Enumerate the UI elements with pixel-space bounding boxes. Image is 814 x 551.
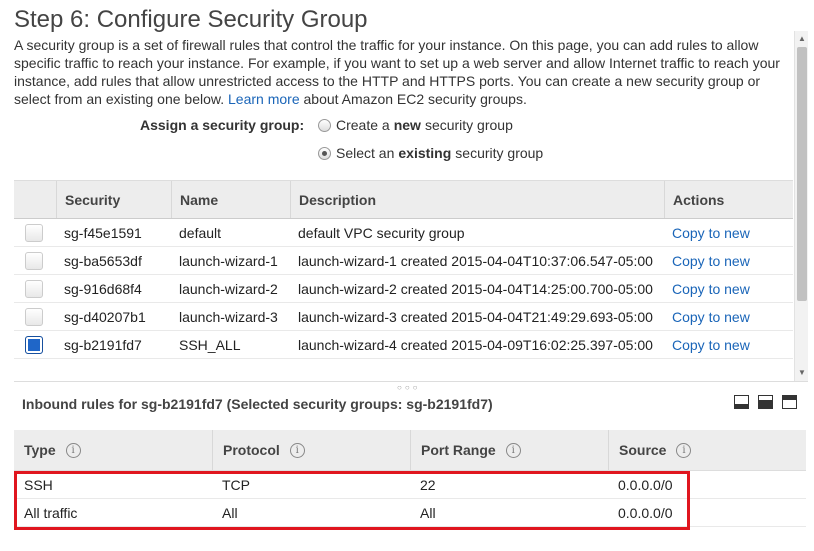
- info-icon[interactable]: i: [65, 442, 81, 458]
- cell-protocol: All: [222, 504, 238, 521]
- cell-type: SSH: [24, 476, 53, 493]
- info-icon[interactable]: i: [676, 442, 692, 458]
- row-checkbox[interactable]: [25, 251, 43, 270]
- cell-port-range: 22: [420, 476, 436, 493]
- cell-name: launch-wizard-3: [179, 308, 278, 325]
- header-name[interactable]: Name: [171, 181, 290, 218]
- header-port-range: Port Range i: [410, 430, 608, 470]
- assign-security-group-label: Assign a security group:: [140, 117, 305, 133]
- info-icon[interactable]: i: [505, 442, 521, 458]
- cell-name: SSH_ALL: [179, 336, 241, 353]
- header-security[interactable]: Security: [56, 181, 171, 218]
- copy-to-new-link[interactable]: Copy to new: [672, 281, 750, 297]
- cell-description: launch-wizard-3 created 2015-04-04T21:49…: [298, 308, 653, 325]
- copy-to-new-link[interactable]: Copy to new: [672, 225, 750, 241]
- radio-create-new[interactable]: Create a new security group: [318, 117, 513, 133]
- inbound-rules-title: Inbound rules for sg-b2191fd7 (Selected …: [22, 396, 493, 412]
- cell-name: launch-wizard-1: [179, 252, 278, 269]
- cell-security-id: sg-f45e1591: [64, 224, 142, 241]
- inbound-table-header: Type i Protocol i Port Range i Source i: [14, 430, 806, 471]
- cell-security-id: sg-ba5653df: [64, 252, 142, 269]
- cell-security-id: sg-916d68f4: [64, 280, 142, 297]
- cell-description: launch-wizard-4 created 2015-04-09T16:02…: [298, 336, 653, 353]
- radio-select-existing[interactable]: Select an existing security group: [318, 145, 543, 161]
- header-protocol: Protocol i: [212, 430, 410, 470]
- cell-security-id: sg-d40207b1: [64, 308, 146, 325]
- copy-to-new-link[interactable]: Copy to new: [672, 309, 750, 325]
- row-checkbox[interactable]: [25, 307, 43, 326]
- header-description[interactable]: Description: [290, 181, 664, 218]
- cell-name: default: [179, 224, 222, 241]
- header-type: Type i: [14, 430, 212, 470]
- table-row[interactable]: sg-d40207b1 launch-wizard-3 launch-wizard-…: [14, 303, 793, 331]
- inbound-rules-table: Type i Protocol i Port Range i Source i SSH T…: [14, 430, 806, 527]
- radio-button-selected[interactable]: [318, 146, 331, 160]
- learn-more-link[interactable]: Learn more: [228, 91, 300, 107]
- cell-source: 0.0.0.0/0: [618, 476, 673, 493]
- pane-divider: [14, 381, 808, 382]
- intro-paragraph: A security group is a set of firewall ru…: [14, 36, 784, 108]
- table-scrollbar[interactable]: ▲ ▼: [794, 31, 808, 381]
- header-actions: Actions: [664, 181, 793, 218]
- info-icon[interactable]: i: [289, 442, 305, 458]
- inbound-rule-row: SSH TCP 22 0.0.0.0/0: [14, 471, 806, 499]
- row-checkbox[interactable]: [25, 279, 43, 298]
- security-groups-table: Security Name Description Actions sg-f45…: [14, 180, 793, 359]
- header-source: Source i: [608, 430, 806, 470]
- cell-name: launch-wizard-2: [179, 280, 278, 297]
- scroll-thumb[interactable]: [797, 47, 807, 301]
- cell-type: All traffic: [24, 504, 78, 521]
- view-split-pane-icon[interactable]: [758, 395, 773, 409]
- table-row[interactable]: sg-f45e1591 default default VPC security g…: [14, 219, 793, 247]
- scroll-down-icon[interactable]: ▼: [798, 369, 806, 377]
- cell-port-range: All: [420, 504, 436, 521]
- view-bottom-pane-icon[interactable]: [734, 395, 749, 409]
- row-checkbox[interactable]: [25, 335, 43, 354]
- cell-description: launch-wizard-2 created 2015-04-04T14:25…: [298, 280, 653, 297]
- cell-source: 0.0.0.0/0: [618, 504, 673, 521]
- table-row[interactable]: sg-916d68f4 launch-wizard-2 launch-wizard-…: [14, 275, 793, 303]
- radio-button[interactable]: [318, 118, 331, 132]
- cell-description: default VPC security group: [298, 224, 465, 241]
- view-top-pane-icon[interactable]: [782, 395, 797, 409]
- cell-security-id: sg-b2191fd7: [64, 336, 142, 353]
- view-toggle-group: [734, 395, 797, 409]
- scroll-up-icon[interactable]: ▲: [798, 35, 806, 43]
- resize-grip-icon[interactable]: ○○○: [397, 383, 421, 392]
- intro-suffix: about Amazon EC2 security groups.: [303, 91, 527, 107]
- copy-to-new-link[interactable]: Copy to new: [672, 337, 750, 353]
- page-title: Step 6: Configure Security Group: [14, 6, 368, 33]
- table-row[interactable]: sg-b2191fd7 SSH_ALL launch-wizard-4 create…: [14, 331, 793, 359]
- header-select: [14, 181, 56, 218]
- row-checkbox[interactable]: [25, 223, 43, 242]
- inbound-rule-row: All traffic All All 0.0.0.0/0: [14, 499, 806, 527]
- cell-protocol: TCP: [222, 476, 250, 493]
- table-header: Security Name Description Actions: [14, 180, 793, 219]
- copy-to-new-link[interactable]: Copy to new: [672, 253, 750, 269]
- table-row[interactable]: sg-ba5653df launch-wizard-1 launch-wizard-…: [14, 247, 793, 275]
- cell-description: launch-wizard-1 created 2015-04-04T10:37…: [298, 252, 653, 269]
